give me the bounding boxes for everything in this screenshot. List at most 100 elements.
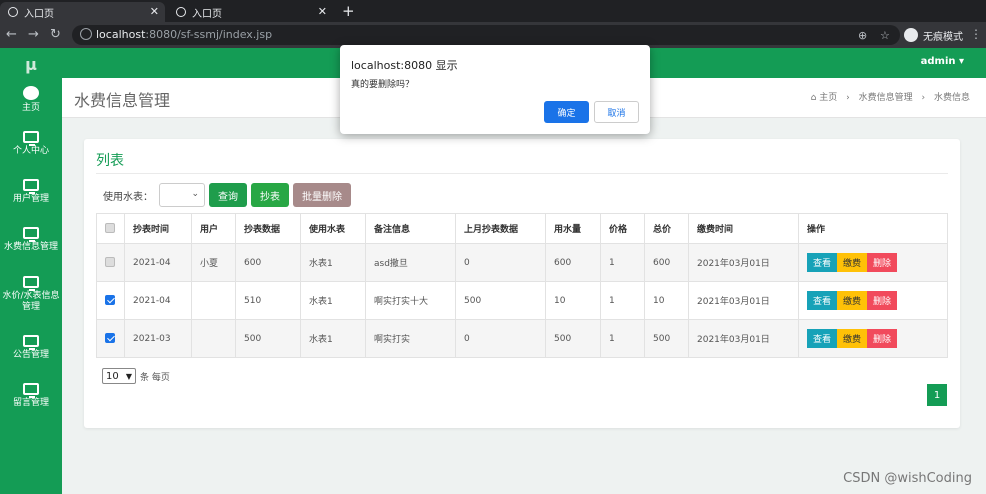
table-row: 2021-04 小夏 600 水表1 asd撒旦 0 600 1 600 202… — [96, 243, 948, 282]
reload-icon[interactable]: ↻ — [50, 27, 61, 42]
row-checkbox[interactable] — [105, 257, 115, 268]
column-header: 备注信息 — [365, 213, 456, 244]
browser-tab-2[interactable]: 入口页 ✕ — [168, 2, 333, 22]
sidebar-item-label: 水费信息管理 — [3, 242, 58, 253]
cell-user — [191, 281, 236, 320]
globe-icon — [176, 7, 186, 17]
cell-reading: 500 — [235, 319, 301, 358]
dialog-cancel-button[interactable]: 取消 — [594, 101, 639, 123]
bookmark-star-icon[interactable]: ☆ — [880, 29, 890, 42]
cell-last-reading: 0 — [455, 243, 546, 282]
sidebar-item-users[interactable]: 用户管理 — [0, 168, 62, 216]
sidebar-item-profile[interactable]: 个人中心 — [0, 120, 62, 168]
cell-meter: 水表1 — [300, 319, 366, 358]
delete-button[interactable]: 删除 — [867, 253, 898, 272]
new-tab-icon[interactable]: + — [342, 2, 355, 20]
column-header: 价格 — [600, 213, 645, 244]
column-header: 总价 — [644, 213, 689, 244]
cell-total: 600 — [644, 243, 689, 282]
url-text: localhost:8080/sf-ssmj/index.jsp — [96, 28, 273, 41]
cell-usage: 10 — [545, 281, 601, 320]
breadcrumb-current: 水费信息 — [933, 93, 970, 103]
sidebar-item-water-fees[interactable]: 水费信息管理 — [0, 216, 62, 264]
breadcrumb-water-fees[interactable]: 水费信息管理 — [859, 93, 913, 103]
query-button[interactable]: 查询 — [209, 183, 247, 207]
sidebar-item-water-meters[interactable]: 水价/水表信息管理 — [0, 264, 62, 324]
monitor-icon — [23, 131, 39, 147]
cell-actions: 查看 缴费 删除 — [798, 319, 948, 358]
zoom-icon[interactable]: ⊕ — [858, 29, 867, 42]
read-meter-button[interactable]: 抄表 — [251, 183, 289, 207]
browser-tab-1[interactable]: 入口页 ✕ — [0, 2, 165, 22]
cell-user: 小夏 — [191, 243, 236, 282]
sidebar-item-messages[interactable]: 留言管理 — [0, 372, 62, 420]
column-header: 使用水表 — [300, 213, 366, 244]
sidebar-item-label: 水价/水表信息管理 — [2, 290, 60, 312]
confirm-dialog: localhost:8080 显示 真的要删除吗？ 确定 取消 — [340, 45, 650, 134]
monitor-icon — [23, 383, 39, 399]
page-size-control: 10 ▼ 条 每页 — [102, 368, 170, 384]
delete-button[interactable]: 删除 — [867, 291, 898, 310]
delete-button[interactable]: 删除 — [867, 329, 898, 348]
tab-label: 入口页 — [24, 8, 54, 20]
sidebar-item-announcements[interactable]: 公告管理 — [0, 324, 62, 372]
meter-select[interactable]: ⌄ — [159, 183, 205, 207]
table-header-row: 抄表时间 用户 抄表数据 使用水表 备注信息 上月抄表数据 用水量 价格 总价 … — [96, 213, 948, 244]
incognito-indicator[interactable]: 无痕模式 — [904, 25, 963, 45]
user-menu[interactable]: admin ▾ — [921, 56, 964, 67]
dialog-message: 真的要删除吗？ — [351, 80, 415, 90]
pay-button[interactable]: 缴费 — [837, 291, 868, 310]
pay-button[interactable]: 缴费 — [837, 253, 868, 272]
table-row: 2021-04 510 水表1 啊实打实十大 500 10 1 10 2021年… — [96, 281, 948, 320]
dashboard-icon — [23, 86, 39, 101]
cell-price: 1 — [600, 243, 645, 282]
watermark: CSDN @wishCoding — [843, 471, 972, 486]
batch-delete-button[interactable]: 批量删除 — [293, 183, 351, 207]
page-size-suffix: 条 每页 — [140, 372, 170, 383]
filter-label: 使用水表： — [103, 191, 153, 203]
tab-label: 入口页 — [192, 8, 222, 20]
back-icon[interactable]: ← — [6, 27, 17, 42]
cell-pay-time: 2021年03月01日 — [688, 281, 799, 320]
pagination-page-1[interactable]: 1 — [927, 384, 947, 406]
row-select-cell — [96, 243, 125, 282]
view-button[interactable]: 查看 — [807, 329, 838, 348]
dialog-ok-button[interactable]: 确定 — [544, 101, 589, 123]
column-header: 抄表时间 — [124, 213, 192, 244]
view-button[interactable]: 查看 — [807, 291, 838, 310]
url-input[interactable]: localhost:8080/sf-ssmj/index.jsp ⊕ ☆ — [72, 25, 900, 45]
view-button[interactable]: 查看 — [807, 253, 838, 272]
cell-total: 500 — [644, 319, 689, 358]
filter-bar: 使用水表： ⌄ 查询 抄表 批量删除 — [103, 183, 351, 207]
sidebar-item-home[interactable]: 主页 — [0, 80, 62, 120]
row-select-cell — [96, 319, 125, 358]
column-header: 缴费时间 — [688, 213, 799, 244]
row-checkbox[interactable] — [105, 333, 115, 344]
forward-icon[interactable]: → — [28, 27, 39, 42]
site-info-icon[interactable] — [80, 28, 92, 40]
column-header: 用户 — [191, 213, 236, 244]
sidebar-item-label: 个人中心 — [12, 146, 49, 157]
select-all-checkbox[interactable] — [105, 223, 115, 234]
cell-pay-time: 2021年03月01日 — [688, 319, 799, 358]
page-title: 水费信息管理 — [74, 91, 171, 110]
divider — [96, 173, 948, 174]
close-icon[interactable]: ✕ — [150, 5, 159, 18]
monitor-icon — [23, 227, 39, 243]
browser-menu-icon[interactable]: ⋮ — [970, 27, 982, 41]
pay-button[interactable]: 缴费 — [837, 329, 868, 348]
monitor-icon — [23, 275, 39, 291]
cell-read-time: 2021-04 — [124, 281, 192, 320]
cell-price: 1 — [600, 281, 645, 320]
close-icon[interactable]: ✕ — [318, 5, 327, 18]
sidebar-item-label: 留言管理 — [12, 398, 49, 409]
monitor-icon — [23, 335, 39, 351]
sidebar-item-label: 用户管理 — [12, 194, 49, 205]
cell-remark: 啊实打实十大 — [365, 281, 456, 320]
page-size-value: 10 — [106, 370, 119, 382]
water-fee-table: 抄表时间 用户 抄表数据 使用水表 备注信息 上月抄表数据 用水量 价格 总价 … — [96, 213, 948, 358]
breadcrumb-home[interactable]: 主页 — [819, 93, 837, 103]
table-row: 2021-03 500 水表1 啊实打实 0 500 1 500 2021年03… — [96, 319, 948, 358]
page-size-select[interactable]: 10 ▼ — [102, 368, 136, 384]
row-checkbox[interactable] — [105, 295, 115, 306]
